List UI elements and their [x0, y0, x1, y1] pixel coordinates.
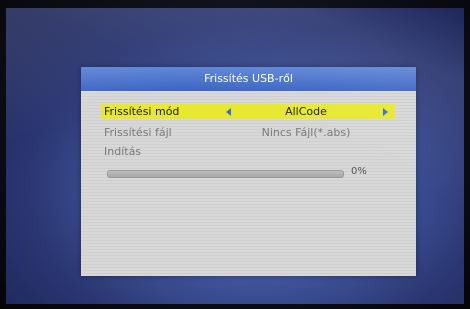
tv-screen: Frissítés USB-ről Frissítési mód AllCode…	[6, 8, 464, 304]
update-mode-value: AllCode	[285, 105, 327, 118]
start-row[interactable]: Indítás	[101, 144, 395, 159]
start-label: Indítás	[104, 145, 142, 158]
progress-percent: 0%	[351, 166, 367, 177]
update-file-value: Nincs Fájl(*.abs)	[261, 126, 351, 139]
progress-bar	[107, 170, 344, 178]
update-file-row[interactable]: Frissítési fájl Nincs Fájl(*.abs)	[101, 125, 395, 140]
dialog-title: Frissítés USB-ről	[81, 67, 416, 91]
update-file-label: Frissítési fájl	[104, 126, 172, 139]
update-mode-row[interactable]: Frissítési mód AllCode	[101, 104, 395, 119]
update-mode-label: Frissítési mód	[104, 105, 180, 118]
arrow-right-icon[interactable]	[383, 108, 388, 116]
usb-update-dialog: Frissítés USB-ről Frissítési mód AllCode…	[81, 67, 416, 276]
